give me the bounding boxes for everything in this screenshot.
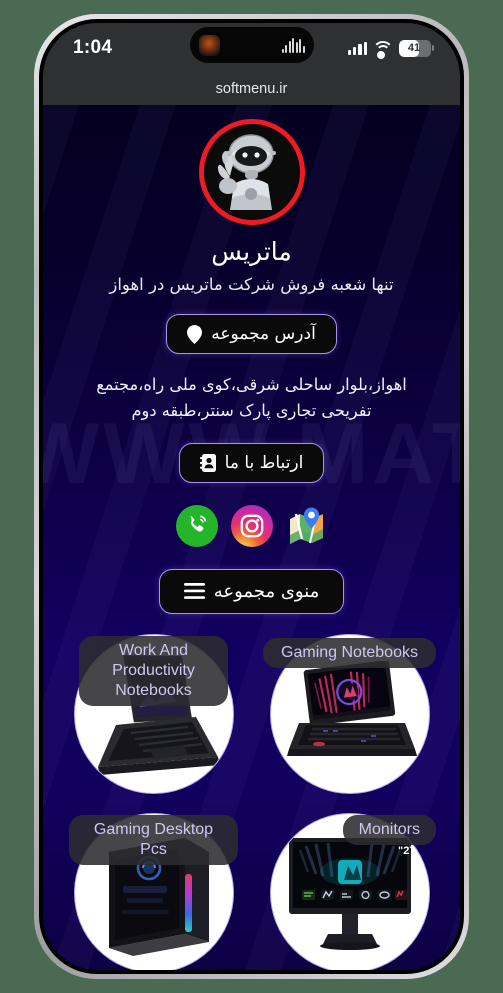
phone-screen: 1:04 41 softmenu.ir ماتریس تنها شعبه فرو… — [43, 23, 460, 970]
status-bar-time: 1:04 — [73, 37, 113, 58]
contact-button-label: ارتباط با ما — [224, 452, 304, 473]
whatsapp-icon[interactable] — [175, 504, 218, 547]
contact-card-icon — [199, 453, 216, 472]
location-pin-icon — [187, 324, 203, 344]
status-bar-indicators: 41 — [347, 39, 434, 59]
hamburger-menu-icon — [183, 583, 205, 600]
avatar-wrapper — [43, 119, 460, 225]
category-card-desktop-pcs[interactable]: Gaming Desktop Pcs — [61, 809, 246, 970]
address-button-label: آدرس مجموعه — [211, 324, 316, 344]
svg-text:27": 27" — [398, 845, 415, 857]
menu-button[interactable]: منوی مجموعه — [158, 568, 345, 614]
battery-level-label: 41 — [407, 42, 421, 54]
social-links-row — [43, 504, 460, 547]
address-button[interactable]: آدرس مجموعه — [166, 314, 337, 354]
instagram-icon[interactable] — [230, 504, 273, 547]
category-grid: Gaming Notebooks Work And Productivity N… — [43, 614, 460, 970]
page-subtitle: تنها شعبه فروش شرکت ماتریس در اهواز — [109, 275, 394, 294]
phone-bezel: 1:04 41 softmenu.ir ماتریس تنها شعبه فرو… — [39, 19, 464, 974]
audio-waveform-icon — [281, 37, 305, 53]
url-text: softmenu.ir — [215, 81, 288, 97]
gaming-laptop-image — [286, 660, 417, 756]
google-maps-icon[interactable] — [286, 505, 328, 547]
category-card-work-notebooks[interactable]: Work And Productivity Notebooks — [61, 630, 246, 798]
address-text: اهواز،بلوار ساحلی شرقی،کوی ملی راه،مجتمع… — [96, 375, 407, 420]
menu-button-label: منوی مجموعه — [213, 580, 320, 602]
robot-avatar-icon — [198, 119, 305, 225]
category-label: Monitors — [342, 814, 436, 845]
battery-icon: 41 — [399, 39, 431, 57]
cellular-signal-icon — [347, 41, 367, 55]
contact-button[interactable]: ارتباط با ما — [178, 442, 325, 483]
page-title: ماتریس — [211, 237, 292, 266]
category-label: Gaming Notebooks — [263, 637, 436, 668]
category-label: Work And Productivity Notebooks — [79, 635, 228, 706]
phone-frame: 1:04 41 softmenu.ir ماتریس تنها شعبه فرو… — [34, 14, 469, 979]
category-card-gaming-notebooks[interactable]: Gaming Notebooks — [257, 630, 442, 798]
wifi-icon — [372, 41, 394, 59]
category-card-monitors[interactable]: 27" Monitors — [257, 809, 442, 970]
dynamic-island[interactable] — [189, 27, 314, 63]
browser-url-bar[interactable]: softmenu.ir — [43, 73, 460, 105]
gaming-monitor-image: 27" — [288, 837, 415, 950]
category-label: Gaming Desktop Pcs — [69, 814, 238, 865]
status-bar: 1:04 41 — [43, 23, 460, 73]
page-content: WWW.MATRIX — [43, 105, 460, 970]
media-activity-icon — [198, 34, 220, 56]
